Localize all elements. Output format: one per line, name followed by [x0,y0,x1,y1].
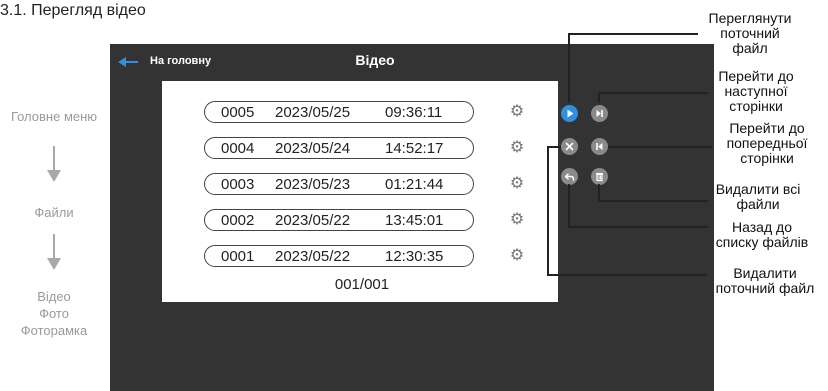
file-number: 0004 [221,139,255,157]
file-time: 09:36:11 [385,103,443,121]
flow-step-video: Відео [37,289,71,304]
callout-delete-all: Видалити всі файли [715,181,801,212]
file-date: 2023/05/25 [275,103,351,121]
file-row[interactable]: 0002 2023/05/22 13:45:01 [204,209,474,231]
flow-step-photo: Фото [39,306,69,321]
callout-prev-page: Перейти до попередньої сторінки [726,120,808,166]
file-date: 2023/05/22 [275,247,351,265]
section-title: 3.1. Перегляд відео [0,2,146,19]
file-row[interactable]: 0004 2023/05/24 14:52:17 [204,137,474,159]
file-row[interactable]: 0001 2023/05/22 12:30:35 [204,245,474,267]
file-row[interactable]: 0003 2023/05/23 01:21:44 [204,173,474,195]
file-number: 0005 [221,103,255,121]
callout-view-current: Переглянути поточний файл [708,10,792,56]
file-date: 2023/05/22 [275,211,351,229]
flow-step-photoframe: Фоторамка [20,323,88,338]
page-indicator: 001/001 [334,276,390,293]
file-date: 2023/05/23 [275,175,351,193]
gear-icon[interactable]: ⚙ [509,176,525,192]
callout-next-page: Перейти до наступної сторінки [718,68,794,114]
file-number: 0003 [221,175,255,193]
skip-previous-icon[interactable] [591,138,608,155]
file-number: 0002 [221,211,255,229]
arrow-left-icon[interactable] [118,56,138,68]
file-time: 12:30:35 [385,247,444,265]
gear-icon[interactable]: ⚙ [509,104,525,120]
file-time: 14:52:17 [385,139,444,157]
flow-step-files: Файли [34,205,74,220]
flow-down-arrow-icon [47,146,61,182]
file-row[interactable]: 0005 2023/05/25 09:36:11 [204,101,474,123]
file-number: 0001 [221,247,255,265]
trash-icon[interactable] [591,168,608,185]
callout-delete-current: Видалити поточний файл [715,265,815,296]
gear-icon[interactable]: ⚙ [509,212,525,228]
file-time: 01:21:44 [385,175,444,193]
flow-step-main-menu: Головне меню [10,109,98,124]
flow-down-arrow-icon [47,234,61,270]
home-button[interactable]: На головну [150,55,211,67]
file-time: 13:45:01 [385,211,444,229]
callout-back-to-list: Назад до списку файлів [715,219,809,250]
undo-icon[interactable] [561,168,578,185]
gear-icon[interactable]: ⚙ [509,248,525,264]
play-icon[interactable] [561,105,578,122]
file-list-panel: 0005 2023/05/25 09:36:11 ⚙ 0004 2023/05/… [162,81,558,302]
gear-icon[interactable]: ⚙ [509,140,525,156]
skip-next-icon[interactable] [591,105,608,122]
close-icon[interactable] [561,138,578,155]
device-screen: На головну Відео 0005 2023/05/25 09:36:1… [110,44,714,391]
screen-title: Відео [355,52,395,68]
file-date: 2023/05/24 [275,139,351,157]
